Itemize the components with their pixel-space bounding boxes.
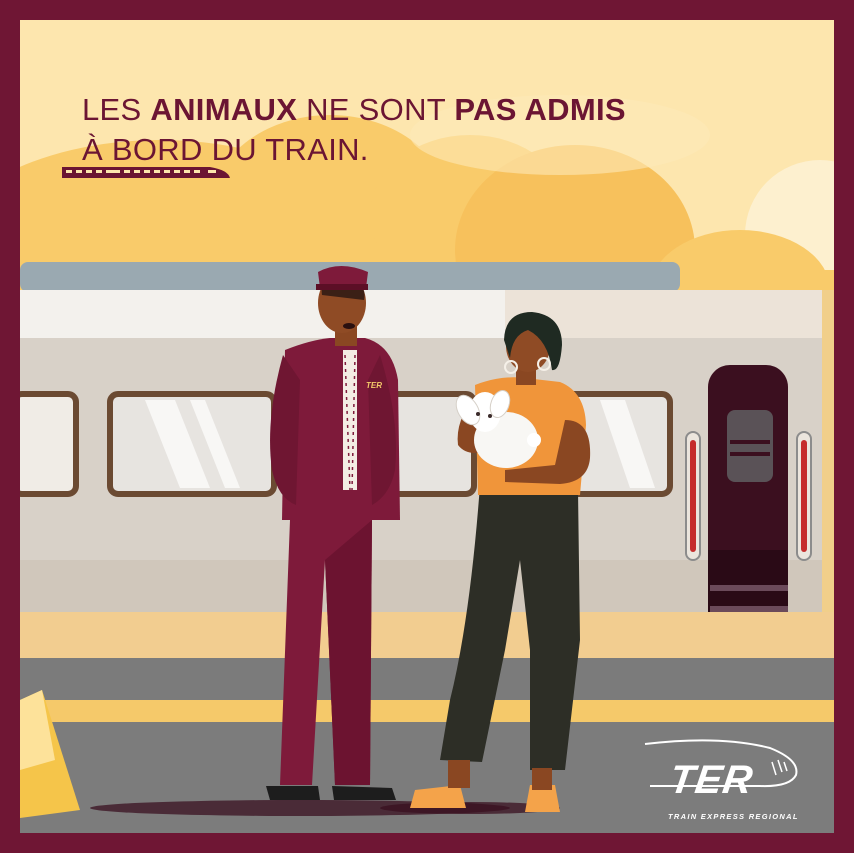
headline-bold-pas-admis: PAS ADMIS (454, 92, 626, 127)
logo-name: TER (666, 758, 757, 802)
headline: LES ANIMAUX NE SONT PAS ADMIS À BORD DU T… (82, 92, 626, 167)
illustration: TER LES ANIMAUX NE SONT PAS ADMIS À BORD… (20, 20, 834, 833)
logo-tagline: TRAIN EXPRESS REGIONAL (668, 812, 799, 821)
uniform-badge: TER (366, 381, 382, 390)
headline-bold-animaux: ANIMAUX (150, 92, 298, 127)
headline-line2: À BORD DU TRAIN. (82, 132, 369, 167)
